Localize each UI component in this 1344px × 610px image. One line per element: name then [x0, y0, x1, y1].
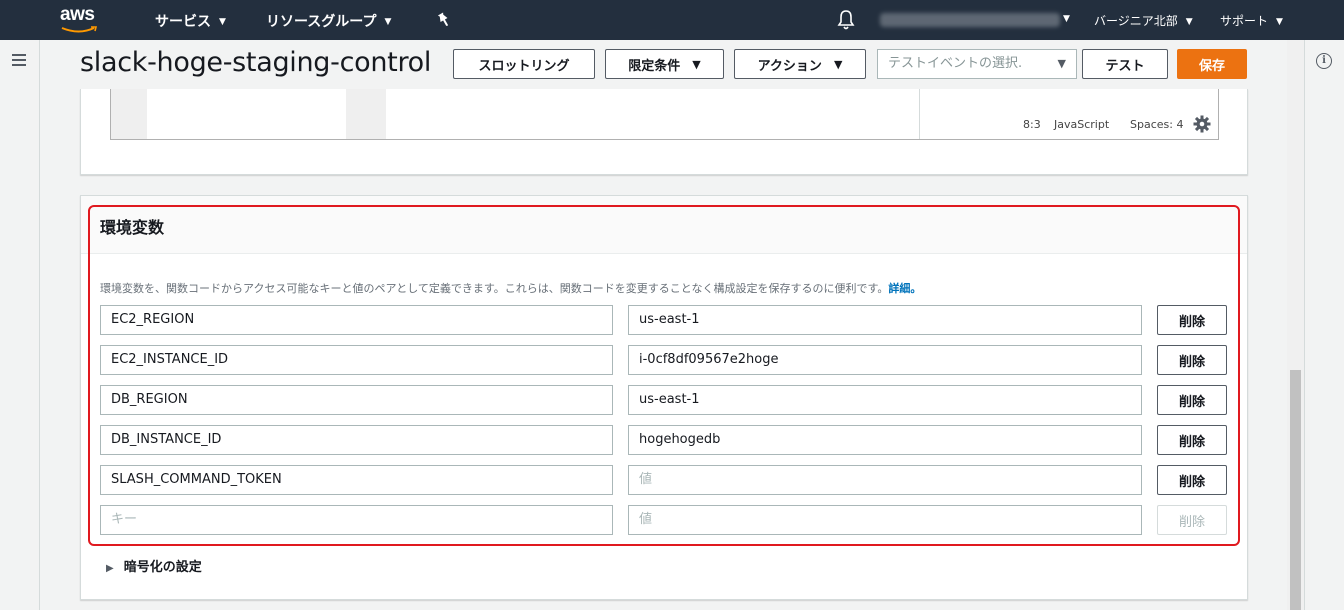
chevron-down-icon: ▼	[219, 17, 226, 27]
env-key-input[interactable]: EC2_REGION	[100, 305, 613, 335]
env-value-input[interactable]: hogehogedb	[628, 425, 1142, 455]
editor-spaces[interactable]: Spaces: 4	[1130, 118, 1183, 131]
caret-right-icon: ▶	[106, 563, 114, 574]
caret-down-icon: ▼	[1057, 57, 1066, 70]
aws-logo[interactable]: aws	[58, 4, 102, 36]
test-button[interactable]: テスト	[1082, 49, 1168, 79]
scrollbar-thumb[interactable]	[1290, 370, 1301, 610]
env-key-input[interactable]: DB_REGION	[100, 385, 613, 415]
env-row: DB_INSTANCE_ID hogehogedb 削除	[100, 425, 1228, 455]
throttle-label: スロットリング	[478, 58, 570, 74]
encryption-settings-toggle[interactable]: ▶ 暗号化の設定	[106, 556, 202, 575]
save-button[interactable]: 保存	[1177, 49, 1247, 79]
env-row: SLASH_COMMAND_TOKEN 値 削除	[100, 465, 1228, 495]
env-value-input[interactable]: 値	[628, 465, 1142, 495]
throttle-button[interactable]: スロットリング	[453, 49, 595, 79]
env-description-text: 環境変数を、関数コードからアクセス可能なキーと値のペアとして定義できます。これら…	[100, 282, 889, 295]
editor-gutter	[346, 89, 386, 139]
chevron-down-icon: ▼	[1185, 16, 1193, 27]
pin-icon[interactable]	[437, 12, 451, 28]
page-title: slack-hoge-staging-control	[80, 47, 432, 78]
top-nav: aws サービス ▼ リソースグループ ▼ ▼ バージニア北部 ▼ サポート ▼	[0, 0, 1344, 40]
account-menu[interactable]	[880, 13, 1060, 27]
delete-button[interactable]: 削除	[1157, 345, 1227, 375]
actions-label: アクション	[757, 58, 822, 74]
resource-groups-label: リソースグループ	[266, 14, 377, 30]
region-menu[interactable]: バージニア北部 ▼	[1094, 12, 1193, 29]
env-variables-header	[81, 196, 1247, 254]
chevron-down-icon: ▼	[384, 17, 392, 27]
code-editor[interactable]	[110, 89, 1219, 140]
cursor-position: 8:3	[1023, 118, 1041, 131]
bell-icon[interactable]	[837, 9, 855, 31]
gear-icon[interactable]	[1193, 115, 1211, 133]
env-value-input[interactable]: us-east-1	[628, 385, 1142, 415]
hamburger-menu-icon[interactable]	[12, 54, 26, 66]
services-label: サービス	[155, 14, 211, 30]
resource-groups-menu[interactable]: リソースグループ ▼	[266, 11, 391, 31]
actions-button[interactable]: アクション ▼	[734, 49, 866, 79]
region-label: バージニア北部	[1094, 14, 1178, 28]
save-label: 保存	[1198, 58, 1225, 74]
info-icon[interactable]: i	[1316, 53, 1332, 69]
right-sidebar	[1304, 40, 1344, 610]
editor-gutter	[111, 89, 147, 139]
encryption-settings-label: 暗号化の設定	[123, 560, 202, 575]
left-sidebar	[0, 40, 40, 610]
env-key-input[interactable]: DB_INSTANCE_ID	[100, 425, 613, 455]
test-event-select[interactable]: テストイベントの選択. ▼	[877, 49, 1077, 79]
chevron-down-icon: ▼	[1063, 14, 1070, 24]
caret-down-icon: ▼	[833, 57, 843, 71]
env-row: キー 値 削除	[100, 505, 1228, 535]
env-key-input[interactable]: SLASH_COMMAND_TOKEN	[100, 465, 613, 495]
env-value-input[interactable]: i-0cf8df09567e2hoge	[628, 345, 1142, 375]
aws-smile-icon	[61, 26, 97, 33]
delete-button[interactable]: 削除	[1157, 505, 1227, 535]
caret-down-icon: ▼	[692, 57, 701, 71]
env-row: EC2_INSTANCE_ID i-0cf8df09567e2hoge 削除	[100, 345, 1228, 375]
delete-button[interactable]: 削除	[1157, 465, 1227, 495]
env-key-input[interactable]: キー	[100, 505, 613, 535]
delete-button[interactable]: 削除	[1157, 305, 1227, 335]
env-row: EC2_REGION us-east-1 削除	[100, 305, 1228, 335]
support-label: サポート	[1220, 14, 1269, 28]
delete-button[interactable]: 削除	[1157, 385, 1227, 415]
test-event-placeholder: テストイベントの選択.	[888, 56, 1023, 71]
env-value-input[interactable]: 値	[628, 505, 1142, 535]
env-value-input[interactable]: us-east-1	[628, 305, 1142, 335]
qualifiers-button[interactable]: 限定条件 ▼	[605, 49, 724, 79]
aws-logo-text: aws	[60, 4, 95, 25]
qualifiers-label: 限定条件	[628, 58, 681, 74]
test-label: テスト	[1105, 58, 1145, 74]
env-variables-title: 環境変数	[100, 218, 165, 237]
services-menu[interactable]: サービス ▼	[155, 11, 226, 31]
support-menu[interactable]: サポート ▼	[1220, 12, 1283, 29]
chevron-down-icon: ▼	[1276, 16, 1283, 27]
delete-button[interactable]: 削除	[1157, 425, 1227, 455]
editor-divider	[919, 89, 920, 139]
env-variables-description: 環境変数を、関数コードからアクセス可能なキーと値のペアとして定義できます。これら…	[100, 280, 921, 296]
env-key-input[interactable]: EC2_INSTANCE_ID	[100, 345, 613, 375]
details-link[interactable]: 詳細。	[888, 282, 921, 295]
editor-language[interactable]: JavaScript	[1054, 118, 1109, 131]
env-row: DB_REGION us-east-1 削除	[100, 385, 1228, 415]
